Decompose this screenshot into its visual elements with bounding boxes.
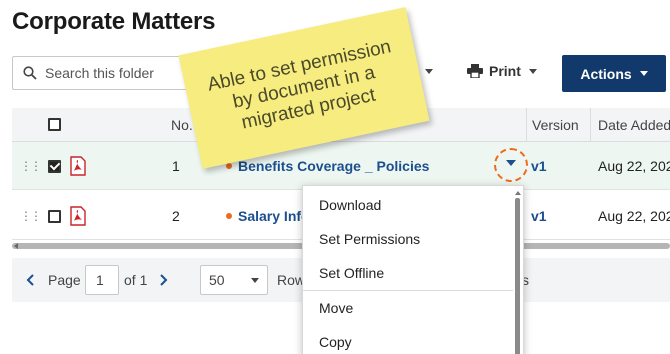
chevron-left-icon[interactable] (26, 274, 36, 286)
table-row[interactable]: ⋮⋮ 1 Benefits Coverage _ Policies v1 Aug… (12, 142, 670, 190)
row-menu-caret-icon[interactable] (506, 160, 516, 166)
column-header-no[interactable]: No. (171, 117, 193, 133)
document-context-menu: Download Set Permissions Set Offline Mov… (302, 185, 524, 354)
actions-label: Actions (580, 65, 632, 82)
date-added: Aug 22, 2024 (598, 208, 670, 224)
row-checkbox[interactable] (48, 209, 61, 223)
status-dot (226, 213, 232, 219)
version-link[interactable]: v1 (531, 142, 547, 190)
menu-item-download[interactable]: Download (303, 188, 513, 222)
select-all-checkbox[interactable] (48, 118, 61, 131)
search-icon (23, 66, 37, 80)
menu-item-move[interactable]: Move (303, 291, 513, 325)
pdf-file-icon (70, 156, 86, 176)
row-checkbox[interactable] (48, 159, 61, 173)
document-link[interactable]: Benefits Coverage _ Policies (238, 158, 429, 174)
page-number-value: 1 (96, 272, 104, 288)
page-label: Page (48, 272, 81, 288)
column-header-date-added[interactable]: Date Added (598, 117, 670, 133)
scroll-left-arrow-icon[interactable] (14, 243, 18, 249)
page-count: of 1 (124, 272, 148, 288)
menu-scroll-up-icon[interactable] (515, 191, 521, 195)
menu-item-set-permissions[interactable]: Set Permissions (303, 222, 513, 256)
drag-handle-icon[interactable]: ⋮⋮ (20, 142, 42, 190)
document-link[interactable]: Salary Info (238, 208, 310, 224)
chevron-down-icon (424, 68, 433, 74)
date-added: Aug 22, 2024 (598, 158, 670, 174)
search-box[interactable] (12, 56, 207, 90)
search-input[interactable] (45, 65, 195, 81)
row-number: 2 (172, 208, 180, 224)
print-button[interactable]: Print (467, 63, 537, 79)
chevron-right-icon[interactable] (158, 274, 168, 286)
status-dot (226, 163, 232, 169)
row-number: 1 (172, 158, 180, 174)
page-title: Corporate Matters (12, 8, 216, 35)
print-label: Print (489, 63, 521, 79)
chevron-down-icon (251, 277, 259, 283)
page-size-select[interactable]: 50 (200, 265, 268, 295)
chevron-down-icon (528, 68, 537, 74)
column-divider (590, 108, 591, 142)
version-link[interactable]: v1 (531, 192, 547, 240)
column-header-version[interactable]: Version (532, 117, 579, 133)
page-number-input[interactable]: 1 (85, 265, 119, 295)
actions-button[interactable]: Actions (562, 55, 666, 92)
column-divider (526, 108, 527, 142)
menu-scrollbar[interactable] (515, 198, 520, 354)
page-size-value: 50 (209, 272, 225, 288)
rows-label: Row (277, 272, 306, 288)
menu-item-set-offline[interactable]: Set Offline (303, 256, 513, 290)
chevron-down-icon (639, 71, 648, 76)
pdf-file-icon (70, 206, 86, 226)
menu-item-copy[interactable]: Copy (303, 325, 513, 354)
drag-handle-icon[interactable]: ⋮⋮ (20, 192, 42, 240)
printer-icon (467, 64, 483, 78)
